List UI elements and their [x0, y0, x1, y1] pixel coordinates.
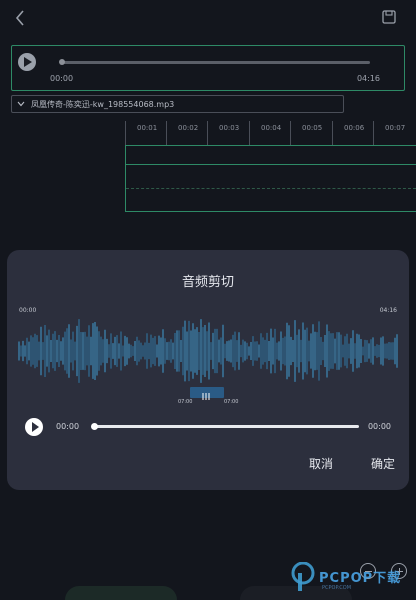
file-name: 凤凰传奇-陈奕迅-kw_198554068.mp3 — [31, 100, 175, 109]
timeline-tick: 00:06 — [332, 121, 364, 145]
cancel-button[interactable]: 取消 — [309, 455, 333, 472]
progress-knob[interactable] — [59, 59, 65, 65]
selection-end-time: 07:00 — [224, 399, 239, 405]
audio-cut-dialog: 音频剪切 00:00 04:16 07:00 07:00 00:00 00:00… — [7, 250, 409, 490]
track-guide — [126, 188, 416, 189]
timeline-tick: 00:02 — [166, 121, 198, 145]
timeline-tick: 00:07 — [373, 121, 405, 145]
save-icon — [382, 10, 396, 24]
total-time: 04:16 — [356, 74, 380, 83]
watermark-logo — [291, 562, 315, 591]
file-select[interactable]: 凤凰传奇-陈奕迅-kw_198554068.mp3 — [11, 95, 344, 113]
bottom-action-left[interactable] — [65, 586, 177, 600]
timeline-ruler: 00:01 00:02 00:03 00:04 00:05 00:06 00:0… — [125, 121, 416, 145]
dialog-play-button[interactable] — [25, 418, 43, 436]
timeline-track[interactable] — [125, 145, 416, 212]
watermark-subtext: PCPOP.COM — [322, 585, 352, 591]
selection-start-time: 07:00 — [178, 399, 193, 405]
dialog-title: 音频剪切 — [181, 275, 234, 290]
wave-start-time: 00:00 — [19, 307, 37, 314]
timeline-tick: 00:05 — [290, 121, 322, 145]
wave-end-time: 04:16 — [379, 307, 397, 314]
dialog-total-time: 00:00 — [367, 422, 391, 431]
chevron-down-icon — [17, 101, 25, 107]
selection-handle[interactable] — [190, 387, 224, 400]
save-button[interactable] — [380, 8, 398, 26]
watermark-text: PCPOP下载 — [319, 571, 402, 586]
back-button[interactable] — [10, 6, 32, 30]
dialog-current-time: 00:00 — [56, 422, 80, 431]
play-button[interactable] — [18, 53, 36, 71]
track-divider — [126, 164, 416, 165]
chevron-left-icon — [15, 10, 24, 26]
timeline-tick: 00:04 — [249, 121, 281, 145]
timeline-tick: 00:01 — [125, 121, 157, 145]
dialog-progress-knob[interactable] — [91, 423, 98, 430]
confirm-button[interactable]: 确定 — [371, 455, 395, 472]
progress-track[interactable] — [60, 61, 370, 64]
timeline-tick: 00:03 — [207, 121, 239, 145]
dialog-progress-track[interactable] — [93, 425, 359, 428]
audio-player: 00:00 04:16 — [11, 45, 405, 91]
current-time: 00:00 — [50, 74, 74, 83]
waveform[interactable] — [18, 316, 399, 386]
